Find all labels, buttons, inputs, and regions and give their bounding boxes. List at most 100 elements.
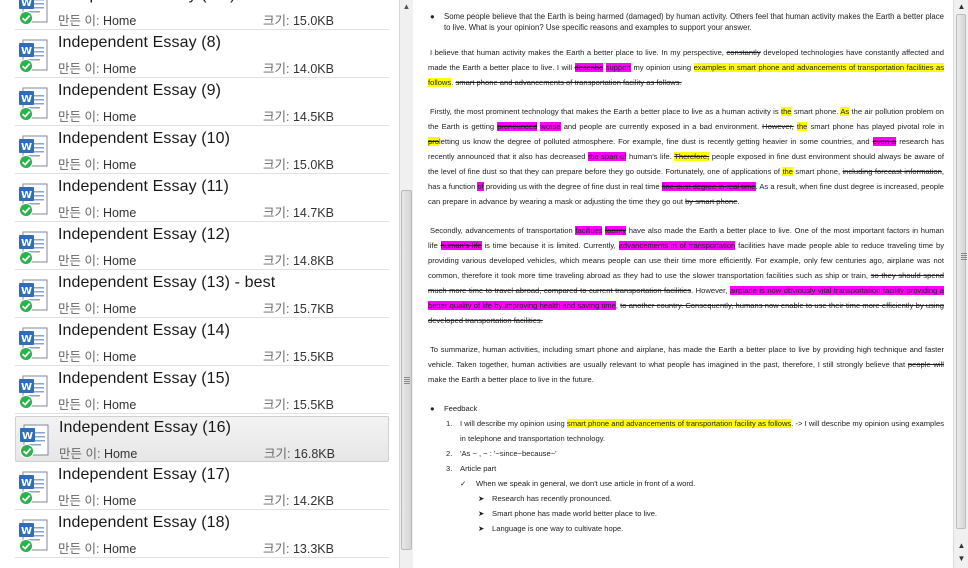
- word-document-icon: W: [19, 519, 48, 553]
- svg-text:W: W: [21, 286, 32, 297]
- author-label: 만든 이:: [58, 350, 100, 364]
- size-value: 13.3KB: [292, 542, 334, 556]
- scroll-thumb[interactable]: [956, 14, 967, 529]
- checkmark-icon: ✓: [460, 479, 467, 488]
- scroll-up-arrow-icon[interactable]: ▲: [956, 541, 967, 551]
- file-size: 크기: 15.5KB: [263, 346, 334, 365]
- feedback-example: ➤ Smart phone has made world better plac…: [444, 506, 944, 521]
- grip-icon: [404, 377, 410, 384]
- file-name: Independent Essay (9): [58, 82, 222, 99]
- file-name: Independent Essay (14): [58, 322, 231, 339]
- document-scrollbar[interactable]: ▲ ▲ ▼: [953, 0, 968, 568]
- author-label: 만든 이:: [58, 542, 100, 556]
- file-size: 크기: 13.3KB: [263, 538, 334, 557]
- file-size: 크기: 15.5KB: [263, 394, 334, 413]
- file-list-item[interactable]: W Independent Essay (15) 만든 이: Home 크기: 15.…: [15, 368, 389, 414]
- file-list-item[interactable]: W Independent Essay (8) 만든 이: Home 크기: 14.0…: [15, 32, 389, 78]
- file-list-item[interactable]: W Independent Essay (9) 만든 이: Home 크기: 14.5…: [15, 80, 389, 126]
- size-value: 15.5KB: [292, 398, 334, 412]
- author-label: 만든 이:: [59, 447, 101, 461]
- size-label: 크기:: [263, 494, 290, 508]
- file-size: 크기: 14.8KB: [263, 250, 334, 269]
- size-label: 크기:: [263, 110, 290, 124]
- question-text: Some people believe that the Earth is be…: [444, 12, 944, 32]
- svg-text:W: W: [21, 94, 32, 105]
- svg-text:W: W: [21, 46, 32, 57]
- file-list-item[interactable]: W Independent Essay (13) - best 만든 이: Home…: [15, 272, 389, 318]
- scroll-up-arrow-icon[interactable]: ▲: [956, 2, 967, 12]
- file-list-item[interactable]: W Independent Essay (18) 만든 이: Home 크기: 13.…: [15, 512, 389, 558]
- arrow-bullet-icon: ➤: [478, 524, 485, 533]
- svg-text:W: W: [21, 0, 32, 9]
- body-paragraph-2: Secondly, advancements of transportation…: [428, 226, 944, 325]
- file-name: Independent Essay (17): [58, 466, 231, 483]
- word-document-icon: W: [19, 231, 48, 265]
- author-value: Home: [102, 206, 137, 220]
- file-list-item[interactable]: W Independent Essay (10) 만든 이: Home 크기: 15.…: [15, 128, 389, 174]
- size-label: 크기:: [263, 62, 290, 76]
- scroll-thumb[interactable]: [401, 190, 412, 550]
- word-document-icon: W: [19, 471, 48, 505]
- scroll-down-arrow-icon[interactable]: ▼: [956, 554, 967, 564]
- item-number: 2.: [446, 449, 453, 458]
- file-author: 만든 이: Home: [58, 202, 136, 221]
- file-author: 만든 이: Home: [58, 154, 136, 173]
- word-document-icon: W: [19, 0, 48, 25]
- file-size: 크기: 15.0KB: [263, 10, 334, 29]
- author-value: Home: [102, 398, 137, 412]
- feedback-example: ➤ Research has recently pronounced.: [444, 491, 944, 506]
- file-list-item[interactable]: W Independent Essay (11) 만든 이: Home 크기: 14.…: [15, 176, 389, 222]
- file-author: 만든 이: Home: [58, 250, 136, 269]
- author-label: 만든 이:: [58, 110, 100, 124]
- file-author: 만든 이: Home: [58, 538, 136, 557]
- svg-text:W: W: [21, 334, 32, 345]
- scroll-up-arrow-icon[interactable]: ▲: [400, 0, 413, 14]
- svg-text:W: W: [21, 190, 32, 201]
- author-label: 만든 이:: [58, 158, 100, 172]
- word-document-icon: W: [19, 183, 48, 217]
- feedback-example-text: Research has recently pronounced.: [492, 494, 612, 503]
- word-document-icon: W: [19, 279, 48, 313]
- document-preview: ● Some people believe that the Earth is …: [416, 0, 952, 568]
- file-list-item[interactable]: W Independent Essay (14) 만든 이: Home 크기: 15.…: [15, 320, 389, 366]
- feedback-item-text: I will describe my opinion using smart p…: [460, 419, 944, 443]
- author-value: Home: [102, 14, 137, 28]
- size-label: 크기:: [264, 447, 291, 461]
- size-value: 14.2KB: [292, 494, 334, 508]
- size-label: 크기:: [263, 542, 290, 556]
- file-size: 크기: 14.7KB: [263, 202, 334, 221]
- size-label: 크기:: [263, 254, 290, 268]
- file-name: Independent Essay (12): [58, 226, 231, 243]
- file-name: Independent Essay (16): [59, 419, 232, 436]
- bullet-icon: ●: [430, 404, 435, 413]
- file-name: Independent Essay (13) - best: [58, 274, 276, 291]
- file-author: 만든 이: Home: [58, 58, 136, 77]
- file-list-item[interactable]: W Independent Essay (7-2) 만든 이: Home 크기: 15…: [15, 0, 389, 30]
- feedback-item-text: Article part: [460, 464, 497, 473]
- word-document-icon: W: [19, 375, 48, 409]
- grip-icon: [961, 253, 967, 260]
- size-label: 크기:: [263, 350, 290, 364]
- file-list-item[interactable]: W Independent Essay (12) 만든 이: Home 크기: 14.…: [15, 224, 389, 270]
- feedback-title: Feedback: [444, 404, 478, 413]
- file-author: 만든 이: Home: [58, 346, 136, 365]
- feedback-example: ➤ Language is one way to cultivate hope.: [444, 521, 944, 536]
- file-list-scrollbar[interactable]: ▲: [399, 0, 413, 568]
- file-author: 만든 이: Home: [58, 394, 136, 413]
- svg-text:W: W: [21, 142, 32, 153]
- author-value: Home: [102, 494, 137, 508]
- feedback-section: ● Feedback 1. I will describe my opinion…: [428, 401, 944, 536]
- bullet-icon: ●: [430, 12, 435, 21]
- author-value: Home: [102, 62, 137, 76]
- file-name: Independent Essay (8): [58, 34, 222, 51]
- feedback-item: 1. I will describe my opinion using smar…: [444, 416, 944, 446]
- size-label: 크기:: [263, 302, 290, 316]
- feedback-example-text: Smart phone has made world better place …: [492, 509, 658, 518]
- file-list-item[interactable]: W Independent Essay (16) 만든 이: Home 크기: 16.…: [15, 416, 389, 462]
- intro-paragraph: I believe that human activity makes the …: [428, 48, 944, 87]
- author-label: 만든 이:: [58, 206, 100, 220]
- item-number: 3.: [446, 464, 453, 473]
- file-list-item[interactable]: W Independent Essay (17) 만든 이: Home 크기: 14.…: [15, 464, 389, 510]
- word-document-icon: W: [19, 87, 48, 121]
- file-size: 크기: 14.5KB: [263, 106, 334, 125]
